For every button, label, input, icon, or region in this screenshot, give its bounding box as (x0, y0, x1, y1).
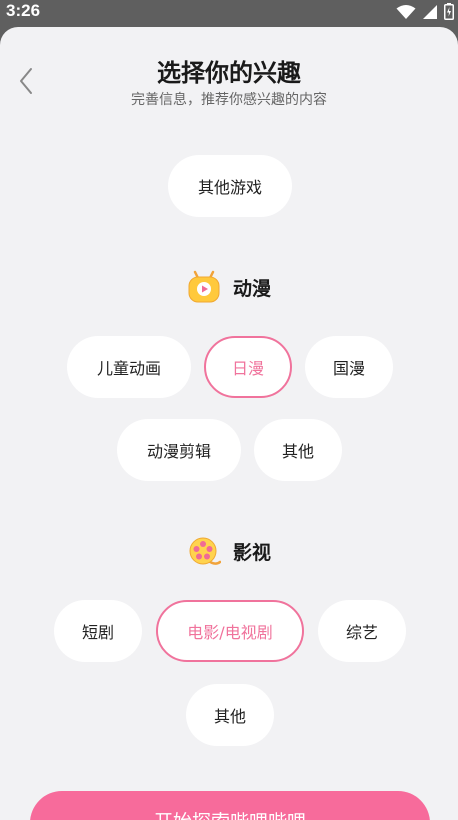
chip-kids-animation[interactable]: 儿童动画 (67, 336, 191, 398)
wifi-icon (396, 4, 416, 19)
chip-japanese-anime[interactable]: 日漫 (204, 336, 292, 398)
interest-sheet: 选择你的兴趣 完善信息，推荐你感兴趣的内容 其他游戏 动漫 儿童动画 日漫 国漫… (0, 27, 458, 820)
page-title: 选择你的兴趣 (157, 59, 301, 87)
tv-icon (188, 270, 220, 303)
status-icons (396, 3, 454, 20)
status-bar: 3:26 (0, 0, 458, 24)
signal-icon (423, 4, 437, 19)
battery-icon (444, 3, 454, 20)
film-reel-icon (189, 537, 221, 565)
status-time: 3:26 (6, 1, 41, 20)
chip-chinese-anime[interactable]: 国漫 (305, 336, 393, 398)
section-title-film: 影视 (232, 541, 271, 564)
chip-variety[interactable]: 综艺 (318, 600, 406, 662)
section-header-anime: 动漫 (0, 270, 458, 304)
chip-anime-other[interactable]: 其他 (254, 419, 342, 481)
chip-movies-tv[interactable]: 电影/电视剧 (156, 600, 304, 662)
chip-other-games[interactable]: 其他游戏 (168, 155, 292, 217)
chip-short-drama[interactable]: 短剧 (54, 600, 142, 662)
chip-anime-edits[interactable]: 动漫剪辑 (117, 419, 241, 481)
section-header-film: 影视 (0, 534, 458, 568)
page-subtitle: 完善信息，推荐你感兴趣的内容 (131, 92, 327, 108)
start-exploring-label: 开始探索哔哩哔哩 (154, 807, 306, 820)
chip-film-other[interactable]: 其他 (186, 684, 274, 746)
section-title-anime: 动漫 (232, 277, 271, 300)
start-exploring-button[interactable]: 开始探索哔哩哔哩 (30, 791, 430, 820)
